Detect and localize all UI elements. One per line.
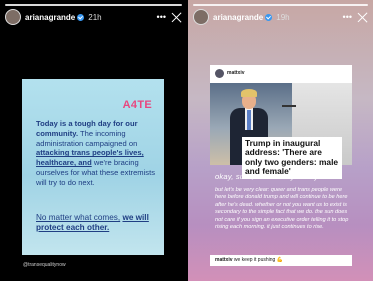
- verified-icon: [77, 13, 85, 21]
- story-progress-bar: [193, 4, 368, 6]
- avatar[interactable]: [193, 9, 209, 25]
- story-right[interactable]: arianagrande 19h ••• mattxiv Trump in in…: [188, 0, 373, 281]
- post-cta: No matter what comes, we will protect ea…: [36, 213, 154, 233]
- close-icon[interactable]: [357, 12, 368, 23]
- more-icon[interactable]: •••: [343, 13, 352, 22]
- story-progress-bar: [5, 4, 182, 6]
- username[interactable]: arianagrande: [25, 13, 75, 22]
- cta-line-1: No matter what comes,: [36, 213, 121, 222]
- caption-text: mattxiv we keep it pushing 💪: [215, 257, 283, 263]
- story-header: arianagrande 21h •••: [5, 8, 182, 26]
- story-body-text: but let's be very clear: queer and trans…: [215, 187, 349, 231]
- shared-avatar[interactable]: [215, 69, 224, 78]
- speaker-tie: [247, 110, 251, 130]
- story-time: 19h: [276, 12, 290, 22]
- post-text: Today is a tough day for our community. …: [36, 119, 158, 188]
- a4te-logo: A4TE: [122, 99, 152, 111]
- caption-user[interactable]: mattxiv: [215, 257, 233, 263]
- username[interactable]: arianagrande: [213, 13, 263, 22]
- more-icon[interactable]: •••: [157, 13, 166, 22]
- story-left[interactable]: arianagrande 21h ••• A4TE Today is a tou…: [0, 0, 187, 281]
- microphone: [282, 105, 296, 107]
- verified-icon: [265, 13, 273, 21]
- story-header: arianagrande 19h •••: [193, 8, 368, 26]
- story-time: 21h: [88, 12, 102, 22]
- post-handle: @transequalitynow: [23, 262, 66, 268]
- avatar[interactable]: [5, 9, 21, 25]
- speaker-hair: [241, 89, 257, 97]
- shared-username[interactable]: mattxiv: [227, 70, 245, 76]
- okay-line: okay, sure, whatever you say.: [215, 172, 321, 181]
- caption-message: we keep it pushing 💪: [233, 257, 283, 263]
- close-icon[interactable]: [171, 12, 182, 23]
- post-card: A4TE Today is a tough day for our commun…: [22, 79, 164, 255]
- shared-post-card[interactable]: mattxiv Trump in inaugural address: 'The…: [210, 65, 352, 270]
